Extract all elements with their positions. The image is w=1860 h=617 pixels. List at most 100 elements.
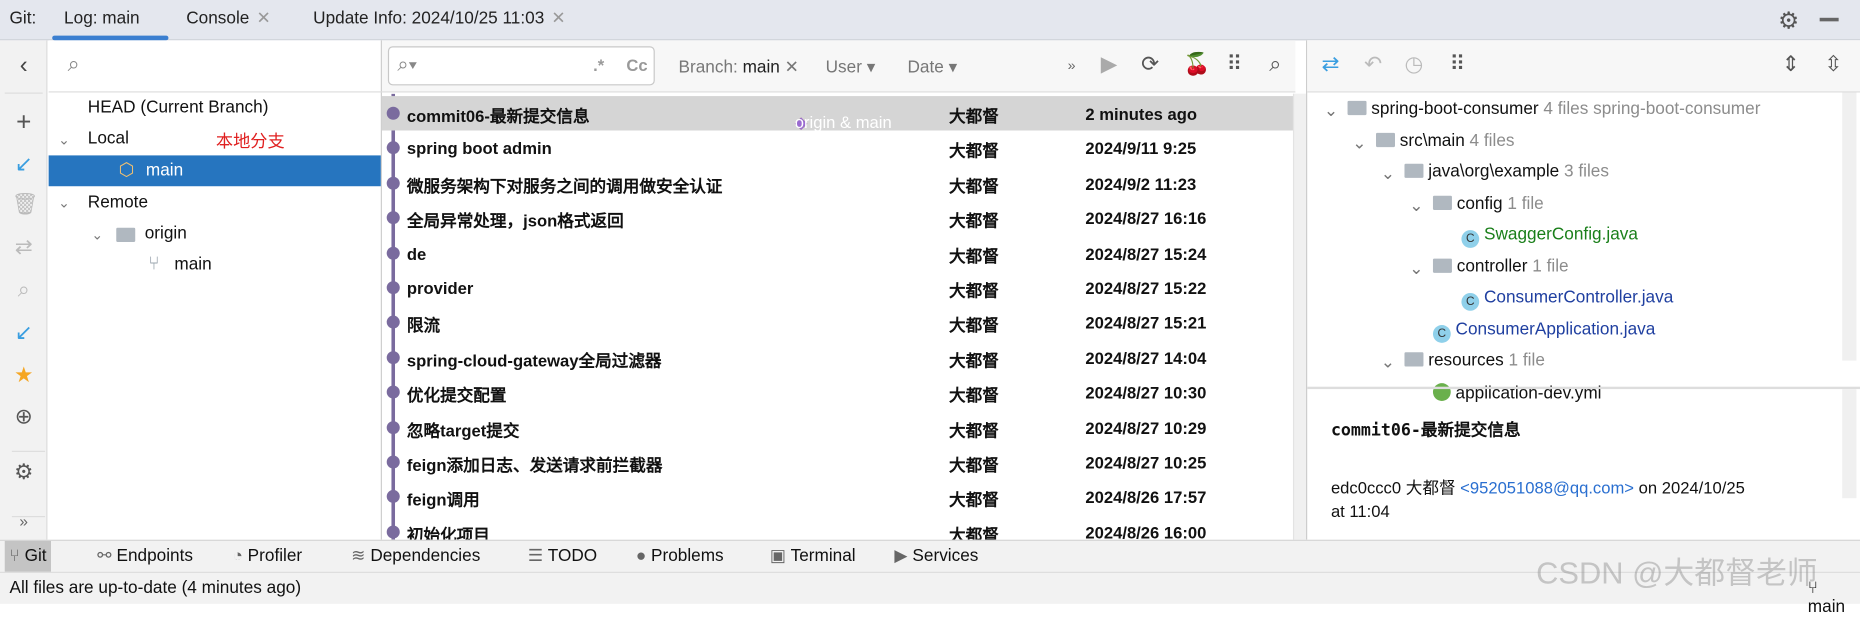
tree-item[interactable]: C ConsumerController.java xyxy=(1461,288,1673,311)
scrollbar[interactable] xyxy=(1842,389,1857,499)
branch-group-local[interactable]: Local xyxy=(88,129,129,148)
settings-icon[interactable]: ⚙ xyxy=(12,460,36,485)
tree-item[interactable]: C SwaggerConfig.java xyxy=(1461,225,1638,248)
play-icon[interactable]: ▶ xyxy=(1101,52,1117,77)
user-filter[interactable]: User ▾ xyxy=(826,58,876,77)
tool-todo[interactable]: ☰ TODO xyxy=(523,541,602,573)
revert-icon[interactable]: ↶ xyxy=(1364,52,1382,77)
tool-services[interactable]: ▶ Services xyxy=(890,541,983,573)
tree-item-label: controller xyxy=(1456,256,1528,276)
close-icon[interactable]: ✕ xyxy=(551,9,565,28)
branch-head[interactable]: HEAD (Current Branch) xyxy=(88,98,269,117)
commit-info: edc0ccc0 大都督 <952051088@qq.com> on 2024/… xyxy=(1331,476,1829,523)
collapse-all-icon[interactable]: ⇳ xyxy=(1824,52,1842,77)
compare-icon[interactable]: ⇄ xyxy=(1321,52,1339,77)
commit-row[interactable]: 优化提交配置 大都督 2024/8/27 10:30 xyxy=(382,375,1293,409)
chevron-down-icon[interactable]: ⌄ xyxy=(1409,259,1423,278)
tool-dependencies[interactable]: ≋ Dependencies xyxy=(346,541,485,573)
history-icon[interactable]: ◷ xyxy=(1404,52,1423,77)
view-options-icon[interactable]: ⠿ xyxy=(1227,52,1243,77)
search-icon: ⌕▾ xyxy=(397,53,418,76)
chevron-down-icon[interactable]: ⌄ xyxy=(1381,353,1395,372)
tool-terminal[interactable]: ▣ Terminal xyxy=(765,541,860,573)
expand-all-icon[interactable]: ⇕ xyxy=(1782,52,1800,77)
commit-row[interactable]: 限流 大都督 2024/8/27 15:21 xyxy=(382,305,1293,339)
commit-row[interactable]: 忽略target提交 大都督 2024/8/27 10:29 xyxy=(382,410,1293,444)
commit-row[interactable]: de 大都督 2024/8/27 15:24 xyxy=(382,236,1293,270)
branch-icon: ⑂ xyxy=(148,253,160,275)
scrollbar[interactable] xyxy=(1842,92,1857,361)
branch-local-main[interactable]: ⬡ main xyxy=(48,155,381,187)
more-icon[interactable]: » xyxy=(12,512,36,530)
delete-icon[interactable]: 🗑 xyxy=(12,192,39,217)
commit-details: commit06-最新提交信息 edc0ccc0 大都督 <952051088@… xyxy=(1307,386,1860,540)
regex-toggle[interactable]: .* xyxy=(593,56,604,75)
chevron-down-icon[interactable]: ⌄ xyxy=(58,195,70,212)
commit-row[interactable]: provider 大都督 2024/8/27 15:22 xyxy=(382,270,1293,304)
commit-row[interactable]: 微服务架构下对服务之间的调用做安全认证 大都督 2024/9/2 11:23 xyxy=(382,166,1293,200)
chevron-down-icon[interactable]: ⌄ xyxy=(1409,196,1423,215)
update-arrow-icon[interactable]: ↙ xyxy=(12,152,36,177)
refresh-icon[interactable]: ⟳ xyxy=(1141,52,1159,77)
scrollbar[interactable] xyxy=(1292,93,1307,540)
close-icon[interactable]: ✕ xyxy=(256,9,270,28)
class-icon: C xyxy=(1461,230,1480,248)
chevron-down-icon[interactable]: ⌄ xyxy=(58,132,70,149)
cherry-pick-icon[interactable]: 🍒 xyxy=(1184,52,1211,77)
close-icon[interactable]: ✕ xyxy=(785,58,799,77)
tool-git[interactable]: ⑂ Git xyxy=(4,540,52,573)
commit-row[interactable]: spring boot admin 大都督 2024/9/11 9:25 xyxy=(382,131,1293,165)
commit-row[interactable]: feign调用 大都督 2024/8/26 17:57 xyxy=(382,480,1293,514)
search-icon[interactable]: ⌕ xyxy=(1269,52,1281,77)
view-options-icon[interactable]: ⠿ xyxy=(1450,52,1466,77)
tab-update-info[interactable]: Update Info: 2024/10/25 11:03 ✕ xyxy=(313,9,566,28)
tool-problems[interactable]: ● Problems xyxy=(631,541,728,573)
author-email[interactable]: <952051088@qq.com> xyxy=(1460,478,1634,497)
commit-row[interactable]: 全局异常处理，json格式返回 大都督 2024/8/27 16:16 xyxy=(382,201,1293,235)
commit-author: 大都督 xyxy=(948,385,999,405)
branch-filter[interactable]: Branch: main ✕ xyxy=(679,58,800,77)
tree-item[interactable]: spring-boot-consumer 4 files spring-boot… xyxy=(1347,100,1760,119)
tree-item[interactable]: resources 1 file xyxy=(1404,351,1545,370)
checkout-icon[interactable]: ↙ xyxy=(12,320,36,345)
locate-icon[interactable]: ⊕ xyxy=(12,405,36,430)
branch-label: main xyxy=(145,161,184,181)
tree-item[interactable]: C ConsumerApplication.java xyxy=(1432,320,1655,343)
minimize-icon[interactable] xyxy=(1819,17,1839,22)
chevron-down-icon[interactable]: ⌄ xyxy=(91,227,103,244)
tree-item-label: java\org\example xyxy=(1428,162,1560,182)
date-filter[interactable]: Date ▾ xyxy=(907,58,957,77)
chevron-left-icon[interactable]: ‹ xyxy=(12,52,36,79)
match-case-toggle[interactable]: Cc xyxy=(626,56,647,75)
search-icon[interactable]: ⌕ xyxy=(12,278,36,303)
chevron-down-icon[interactable]: ⌄ xyxy=(1352,133,1366,152)
commit-row[interactable]: 初始化项目 大都督 2024/8/26 16:00 xyxy=(382,515,1293,540)
tree-item[interactable]: config 1 file xyxy=(1432,194,1544,213)
star-icon[interactable]: ★ xyxy=(12,363,36,388)
commit-node xyxy=(386,246,400,260)
tab-log-main[interactable]: Log: main xyxy=(64,9,140,28)
tool-endpoints[interactable]: ⚯ Endpoints xyxy=(93,541,198,573)
chevron-down-icon[interactable]: ⌄ xyxy=(1324,102,1338,121)
tree-item[interactable]: controller 1 file xyxy=(1432,256,1569,276)
log-search-input[interactable]: ⌕▾ .* Cc xyxy=(387,46,655,86)
gear-icon[interactable]: ⚙ xyxy=(1778,6,1799,36)
tree-item[interactable]: java\org\example 3 files xyxy=(1404,162,1609,182)
more-icon[interactable]: » xyxy=(1068,57,1076,74)
tab-console[interactable]: Console ✕ xyxy=(186,9,271,28)
commit-author: 大都督 xyxy=(948,281,999,301)
tree-item[interactable]: src\main 4 files xyxy=(1376,131,1515,150)
remote-origin[interactable]: origin xyxy=(145,224,187,243)
commit-hash[interactable]: edc0ccc0 xyxy=(1331,478,1401,497)
branch-remote-main[interactable]: main xyxy=(174,255,211,274)
commit-row[interactable]: feign添加日志、发送请求前拦截器 大都督 2024/8/27 10:25 xyxy=(382,445,1293,479)
class-icon: C xyxy=(1432,324,1451,343)
compare-icon[interactable]: ⇄ xyxy=(12,235,36,260)
branch-group-remote[interactable]: Remote xyxy=(88,193,148,212)
chevron-down-icon[interactable]: ⌄ xyxy=(1381,165,1395,184)
commit-row[interactable]: spring-cloud-gateway全局过滤器 大都督 2024/8/27 14… xyxy=(382,340,1293,374)
commit-row[interactable]: commit06-最新提交信息 ◆ ◆ origin & main 大都督 2 minu… xyxy=(381,96,1293,132)
branch-search-input[interactable]: ⌕ xyxy=(48,40,382,93)
plus-icon[interactable]: + xyxy=(12,107,36,138)
tool-profiler[interactable]: ◔ Profiler xyxy=(228,541,307,573)
